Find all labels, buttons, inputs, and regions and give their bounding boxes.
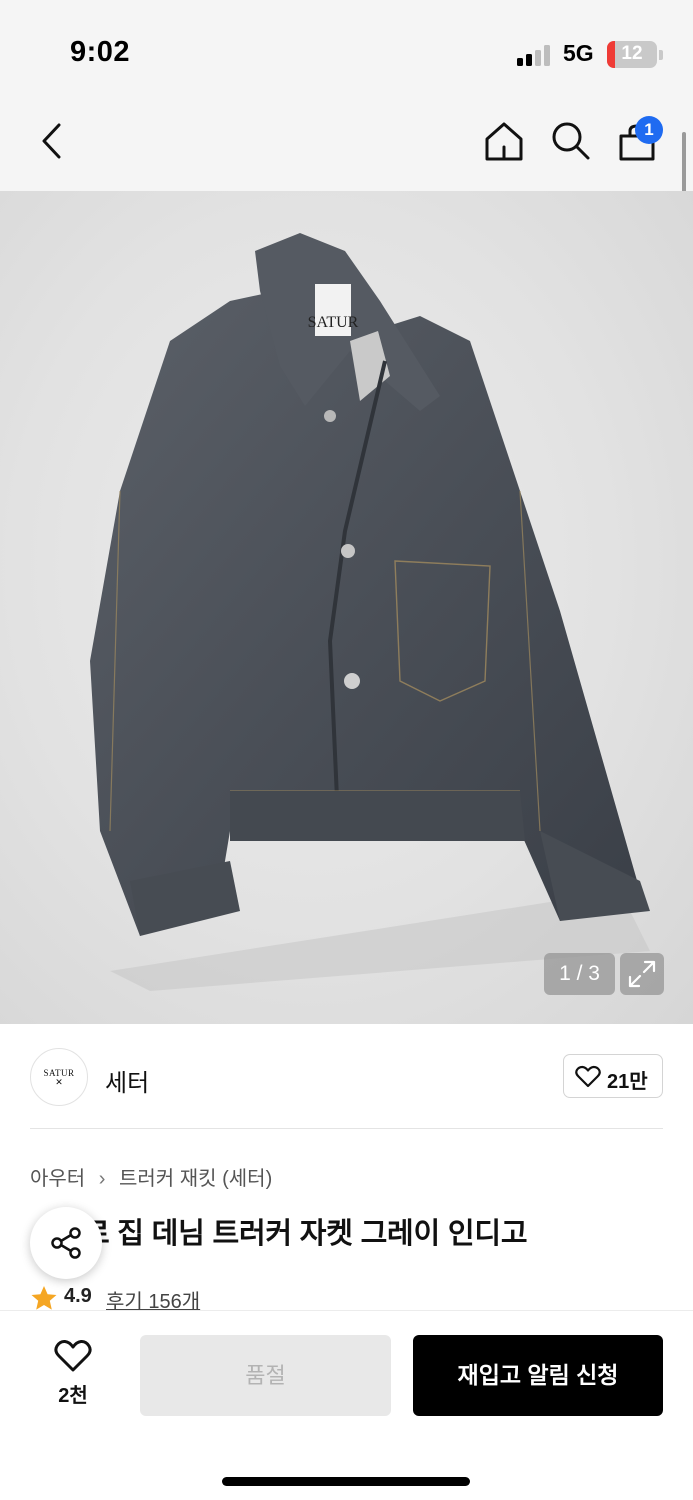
breadcrumb-item-outer[interactable]: 아우터 [30, 1168, 85, 1190]
product-title: 플플로 집 데님 트러커 자켓 그레이 인디고 [30, 1210, 528, 1252]
soldout-button: 품절 [140, 1335, 391, 1416]
image-counter: 1 / 3 [544, 953, 615, 995]
breadcrumb-item-category[interactable]: 트러커 재킷 (세터) [119, 1168, 272, 1190]
wishlist-count: 2천 [58, 1385, 88, 1407]
garment-label-text: SATUR [308, 314, 359, 331]
brand-like-button[interactable]: 21만 [563, 1054, 663, 1098]
heart-outline-icon [575, 1065, 601, 1088]
breadcrumb: 아우터 › 트러커 재킷 (세터) [30, 1162, 272, 1191]
share-icon [51, 1227, 81, 1259]
battery-icon: 12 [607, 41, 657, 68]
brand-logo[interactable]: SATUR ✕ [30, 1048, 88, 1106]
search-icon[interactable] [550, 120, 592, 162]
expand-icon [628, 960, 656, 988]
status-time: 9:02 [70, 36, 131, 68]
back-chevron-icon[interactable] [38, 122, 68, 160]
wishlist-button[interactable]: 2천 [30, 1337, 116, 1417]
home-indicator [222, 1477, 470, 1486]
star-icon [31, 1286, 57, 1310]
product-title-text: 로 집 데님 트러커 자켓 그레이 인디고 [82, 1218, 528, 1250]
battery-percent: 12 [621, 43, 643, 64]
network-label: 5G [563, 40, 594, 66]
heart-outline-icon [54, 1339, 92, 1372]
status-bar: 9:02 5G 12 [0, 0, 693, 100]
restock-alert-button[interactable]: 재입고 알림 신청 [413, 1335, 663, 1416]
share-button[interactable] [30, 1207, 102, 1279]
bottom-action-bar: 2천 품절 재입고 알림 신청 [0, 1310, 693, 1500]
brand-name[interactable]: 세터 [105, 1063, 149, 1098]
brand-like-count: 21만 [607, 1071, 648, 1093]
signal-icon [517, 44, 553, 66]
chevron-right-icon: › [98, 1168, 106, 1190]
expand-image-button[interactable] [620, 953, 664, 995]
home-icon[interactable] [482, 120, 526, 164]
product-image-gallery[interactable]: SATUR 1 / 3 [0, 191, 693, 1024]
cart-count-badge: 1 [635, 116, 663, 144]
rating-value: 4.9 [64, 1285, 92, 1307]
brand-row[interactable]: SATUR ✕ 세터 21만 [30, 1048, 663, 1106]
product-image: SATUR [90, 233, 650, 991]
divider [30, 1128, 663, 1129]
